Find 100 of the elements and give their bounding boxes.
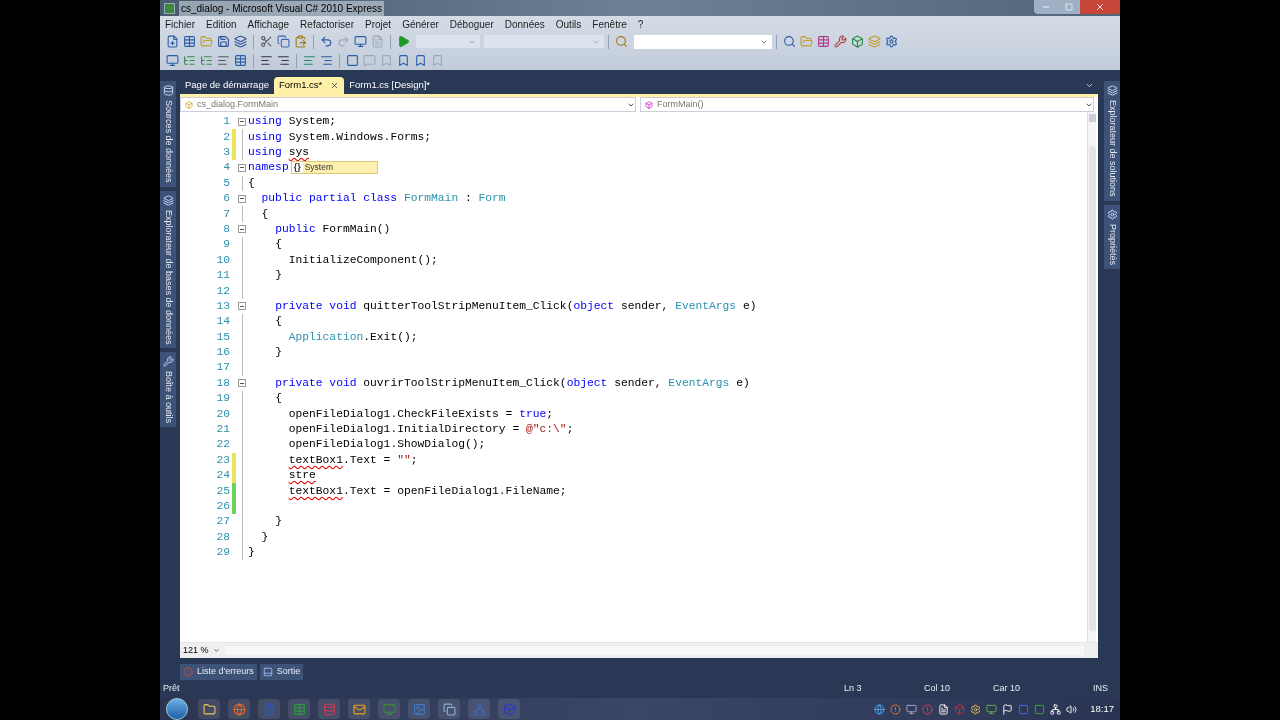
code-line: }: [248, 545, 255, 561]
line-number: 14: [215, 314, 230, 330]
dock-tab[interactable]: Sources de données: [160, 81, 176, 187]
menu-item[interactable]: Fenêtre: [592, 16, 627, 32]
close-tab-icon[interactable]: [330, 81, 340, 90]
line-number: 18: [215, 375, 230, 391]
clock[interactable]: 18:17: [1090, 701, 1114, 717]
dock-tab[interactable]: Boîte à outils: [160, 352, 176, 428]
volume-icon[interactable]: [1066, 703, 1078, 715]
type-dropdown[interactable]: cs_dialog.FormMain: [180, 97, 636, 112]
output-icon: [262, 667, 273, 677]
class-icon: [185, 100, 193, 109]
object-browser-icon[interactable]: [164, 52, 181, 69]
method-icon: [645, 100, 653, 109]
dock-icon: [162, 194, 174, 206]
bookmark-frame-icon[interactable]: [344, 52, 361, 69]
find-icon[interactable]: [613, 33, 630, 50]
tab-list-icon[interactable]: [1085, 81, 1094, 90]
line-number: 26: [215, 499, 230, 514]
type-name: cs_dialog.FormMain: [197, 97, 279, 111]
collapse-toggle[interactable]: [238, 163, 246, 172]
line-number: 29: [215, 545, 230, 561]
line-number: 23: [215, 452, 230, 468]
namespace-icon: {}: [291, 161, 303, 175]
member-dropdown[interactable]: FormMain(): [640, 97, 1094, 112]
copy-icon[interactable]: [275, 33, 292, 50]
line-number: 3: [222, 145, 230, 160]
line-number: 11: [215, 268, 230, 284]
alert-icon[interactable]: [890, 703, 902, 715]
close-button[interactable]: [1080, 0, 1120, 14]
code-line: private void quitterToolStripMenuItem_Click(object sender, EventArgs e): [274, 298, 757, 314]
menu-item[interactable]: Données: [504, 16, 545, 32]
image-icon[interactable]: [408, 699, 430, 719]
error-list-icon: [183, 667, 193, 677]
code-line: InitializeComponent();: [287, 252, 438, 268]
zoom-value: 121 %: [183, 643, 209, 657]
dock-icon: [162, 85, 174, 96]
code-line: openFileDialog1.InitialDirectory = @"c:\";: [287, 422, 574, 438]
dock-tab[interactable]: Propriétés: [1104, 204, 1120, 269]
collapse-toggle[interactable]: [238, 117, 246, 126]
menu-item[interactable]: Projet: [365, 16, 392, 32]
network-icon[interactable]: [1050, 703, 1062, 715]
start-button[interactable]: [166, 698, 188, 720]
vertical-scrollbar[interactable]: [1087, 112, 1096, 642]
menu-item[interactable]: Edition: [206, 16, 237, 32]
mode-indicator: INS: [1093, 682, 1108, 696]
save-icon[interactable]: [215, 33, 232, 50]
tool-window-tab[interactable]: Sortie: [259, 664, 304, 680]
menu-item[interactable]: Refactoriser: [300, 16, 354, 32]
spreadsheet-icon[interactable]: [288, 699, 310, 719]
tool-window-tab[interactable]: Liste d'erreurs: [180, 664, 257, 680]
find-in-files-icon[interactable]: [781, 33, 798, 50]
files-icon[interactable]: [438, 699, 460, 719]
line-number: 1: [222, 114, 230, 130]
document-tab[interactable]: Page de démarrage: [180, 77, 274, 94]
completion-item[interactable]: System: [302, 162, 377, 174]
zoom-dropdown[interactable]: 121 %: [183, 643, 221, 658]
completion-popup[interactable]: {} System: [290, 161, 378, 175]
globe-icon[interactable]: [874, 703, 886, 715]
flag-icon[interactable]: [1002, 703, 1014, 715]
code-line: {: [274, 237, 282, 253]
menu-item[interactable]: Affichage: [247, 16, 290, 32]
folder-icon[interactable]: [198, 699, 220, 719]
line-number: 20: [215, 406, 230, 422]
menu-item[interactable]: Outils: [555, 16, 582, 32]
package-icon[interactable]: [849, 33, 866, 50]
menu-item[interactable]: Fichier: [165, 16, 195, 32]
code-line: {: [274, 391, 282, 407]
status-message: Prêt: [163, 682, 180, 696]
collapse-toggle[interactable]: [238, 194, 246, 203]
dock-tab[interactable]: Explorateur de solutions: [1104, 81, 1120, 201]
settings-icon[interactable]: [970, 703, 982, 715]
line-number: 16: [215, 345, 230, 361]
collapse-toggle[interactable]: [238, 225, 246, 234]
dock-tab[interactable]: Explorateur de bases de données: [160, 190, 176, 349]
tab-label: Sortie: [276, 665, 301, 679]
code-line: stre: [287, 468, 316, 484]
document-tab[interactable]: Form1.cs*: [274, 77, 345, 94]
find-field[interactable]: [634, 34, 772, 49]
document-tab[interactable]: Form1.cs [Design]*: [344, 77, 436, 94]
collapse-toggle[interactable]: [238, 379, 246, 388]
square-icon[interactable]: [1018, 703, 1030, 715]
database-icon[interactable]: [318, 699, 340, 719]
collapse-toggle[interactable]: [238, 302, 246, 311]
code-line: }: [274, 345, 282, 361]
line-number: 17: [215, 360, 230, 376]
mail-icon[interactable]: [348, 699, 370, 719]
tools-icon[interactable]: [832, 33, 849, 50]
monitor-icon[interactable]: [906, 703, 918, 715]
code-line: private void ouvrirToolStripMenuItem_Click(object sender, EventArgs e): [274, 375, 750, 391]
character-indicator: Car 10: [993, 682, 1021, 696]
warning-icon[interactable]: [922, 703, 934, 715]
menu-item[interactable]: Générer: [402, 16, 439, 32]
browser-icon[interactable]: [228, 699, 250, 719]
options-icon[interactable]: [883, 33, 900, 50]
note-icon[interactable]: [938, 703, 950, 715]
display-icon[interactable]: [986, 703, 998, 715]
menu-item[interactable]: ?: [637, 16, 644, 32]
menu-item[interactable]: Déboguer: [449, 16, 494, 32]
box-icon[interactable]: [954, 703, 966, 715]
